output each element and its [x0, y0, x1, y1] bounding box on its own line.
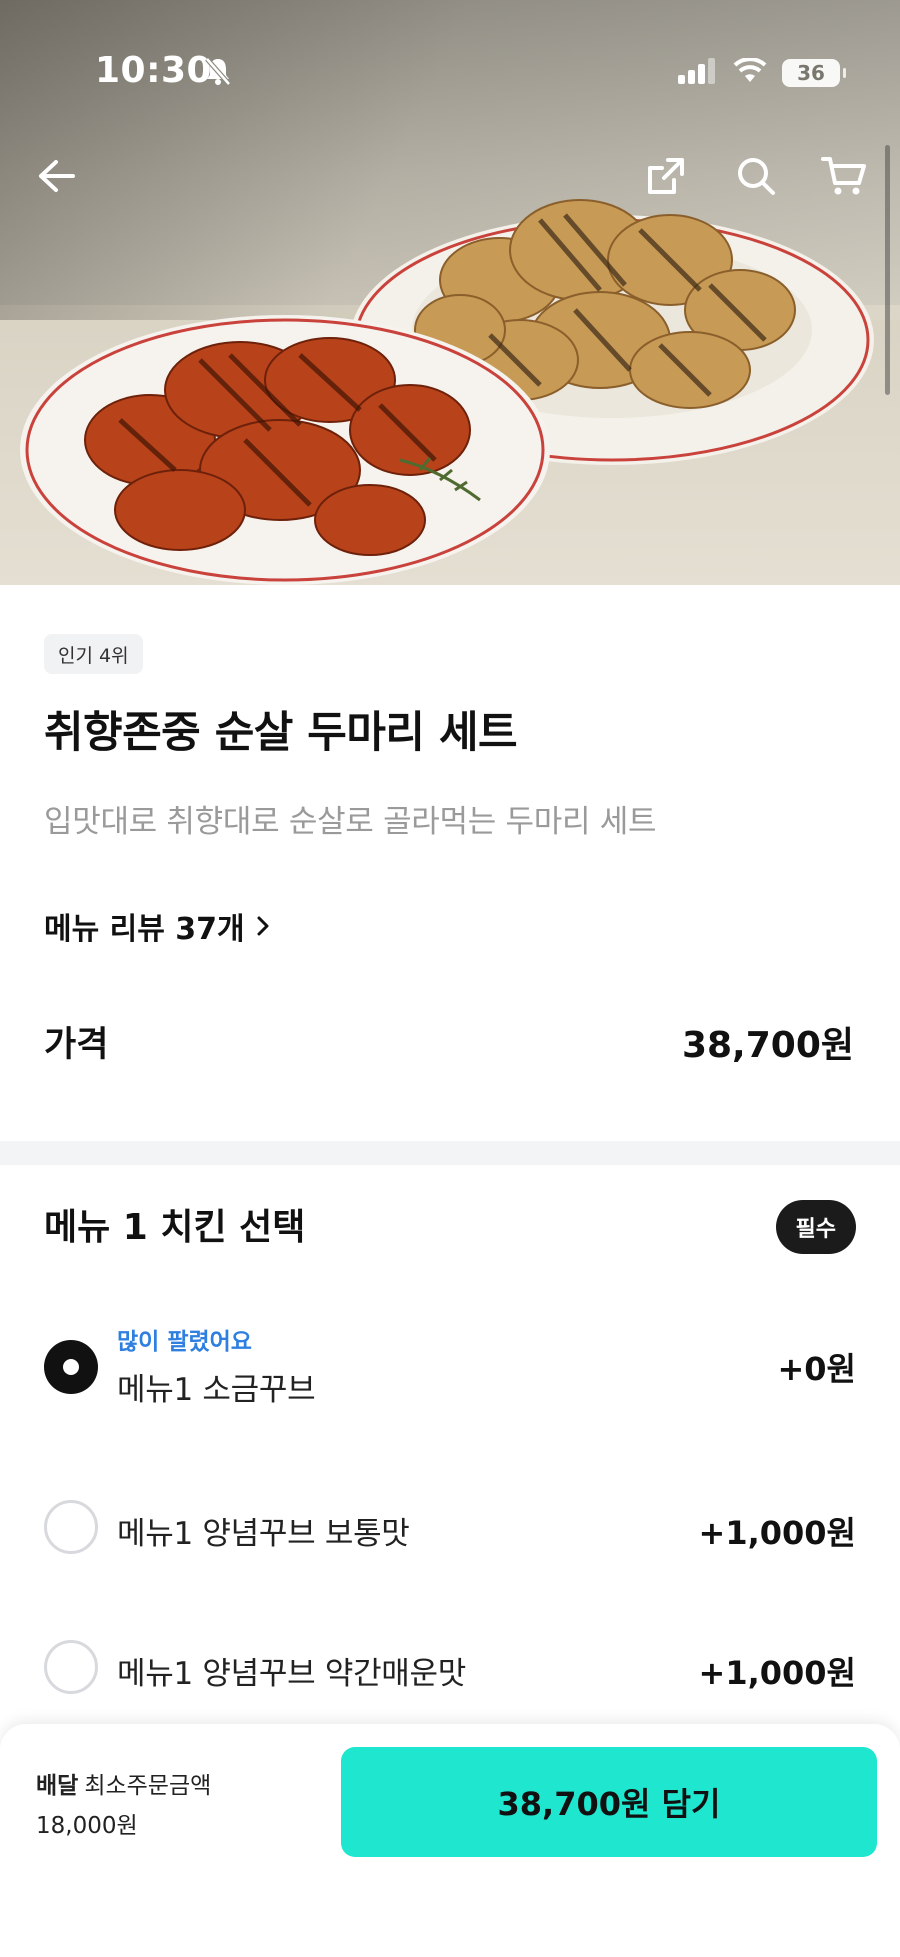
scroll-indicator: [885, 145, 890, 395]
price-label: 가격: [44, 1025, 109, 1065]
option-label: 메뉴1 양념꾸브 약간매운맛: [117, 1656, 466, 1692]
min-order-label: 최소주문금액: [84, 1773, 212, 1799]
section-divider: [0, 1141, 900, 1165]
option-group-title: 메뉴 1 치킨 선택: [44, 1207, 306, 1248]
back-button[interactable]: [28, 148, 84, 204]
radio-unselected[interactable]: [44, 1640, 98, 1694]
radio-selected[interactable]: [44, 1340, 98, 1394]
delivery-min-order: 배달 최소주문금액: [36, 1766, 211, 1800]
search-icon: [738, 158, 775, 195]
signal-icon: [678, 58, 718, 88]
product-description: 입맛대로 취향대로 순살로 골라먹는 두마리 세트: [44, 804, 657, 840]
battery-indicator: 36: [782, 59, 846, 87]
min-order-amount: 18,000원: [36, 1813, 138, 1839]
chevron-right-icon: [257, 916, 269, 936]
product-hero-image: 10:30 36: [0, 0, 900, 585]
menu-review-link[interactable]: 메뉴 리뷰 37개: [44, 904, 271, 948]
option-price: +1,000원: [698, 1654, 856, 1692]
review-link-label: 메뉴 리뷰 37개: [44, 912, 245, 947]
wifi-icon: [732, 57, 768, 88]
share-button[interactable]: [638, 148, 694, 204]
share-icon: [648, 158, 684, 194]
option-item[interactable]: 메뉴1 양념꾸브 약간매운맛 +1,000원: [0, 1638, 900, 1738]
price-value: 38,700원: [681, 1025, 854, 1066]
search-button[interactable]: [728, 148, 784, 204]
radio-unselected[interactable]: [44, 1500, 98, 1554]
best-seller-tag: 많이 팔렸어요: [117, 1329, 252, 1355]
option-label: 메뉴1 양념꾸브 보통맛: [117, 1516, 410, 1552]
back-arrow-icon: [39, 160, 75, 192]
option-price: +1,000원: [698, 1514, 856, 1552]
bell-muted-icon: [204, 56, 232, 90]
option-label: 메뉴1 소금꾸브: [117, 1372, 316, 1408]
product-title: 취향존중 순살 두마리 세트: [44, 708, 518, 758]
cart-icon: [821, 157, 866, 195]
add-to-cart-button[interactable]: 38,700원 담기: [341, 1747, 877, 1857]
option-item[interactable]: 메뉴1 양념꾸브 보통맛 +1,000원: [0, 1498, 900, 1598]
option-price: +0원: [777, 1350, 856, 1388]
status-icons: 36: [678, 57, 846, 88]
bottom-order-bar: 배달 최소주문금액 18,000원 38,700원 담기: [0, 1724, 900, 1957]
required-badge: 필수: [775, 1200, 856, 1254]
option-item[interactable]: 많이 팔렸어요 메뉴1 소금꾸브 +0원: [0, 1318, 900, 1418]
cart-button[interactable]: [816, 148, 872, 204]
status-time: 10:30: [95, 50, 213, 91]
rank-badge: 인기 4위: [44, 634, 143, 674]
delivery-label: 배달: [36, 1773, 79, 1799]
